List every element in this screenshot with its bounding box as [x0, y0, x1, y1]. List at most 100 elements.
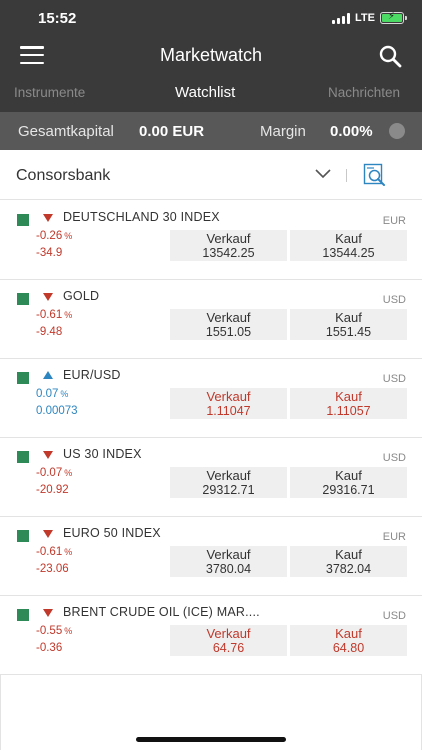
divider [0, 674, 1, 750]
instrument-currency: EUR [382, 531, 406, 543]
buy-label: Kauf [335, 626, 362, 641]
capital-bar: Gesamtkapital 0.00 EUR Margin 0.00% [0, 112, 422, 150]
change-absolute: -0.36 [36, 642, 63, 654]
buy-label: Kauf [335, 310, 362, 325]
square-icon[interactable] [17, 214, 29, 226]
instrument-currency: USD [382, 294, 406, 306]
square-icon[interactable] [17, 530, 29, 542]
sell-button[interactable]: Verkauf 13542.25 [170, 230, 287, 261]
sell-price: 1551.05 [205, 325, 252, 339]
sell-button[interactable]: Verkauf 3780.04 [170, 546, 287, 577]
sell-button[interactable]: Verkauf 64.76 [170, 625, 287, 656]
margin-value: 0.00% [330, 123, 373, 140]
sell-price: 13542.25 [202, 246, 255, 260]
change-percent: -0.26% [36, 230, 73, 242]
search-icon[interactable] [378, 44, 402, 68]
triangle-down-icon [43, 293, 53, 301]
change-percent: -0.61% [36, 546, 73, 558]
tab-bar: Instrumente Watchlist Nachrichten [0, 82, 422, 110]
change-absolute: -20.92 [36, 484, 69, 496]
buy-button[interactable]: Kauf 1551.45 [290, 309, 407, 340]
instrument-row[interactable]: DEUTSCHLAND 30 INDEX EUR -0.26% -34.9 Ve… [0, 201, 422, 280]
instrument-row[interactable]: BRENT CRUDE OIL (ICE) MAR.... USD -0.55%… [0, 596, 422, 675]
buy-button[interactable]: Kauf 64.80 [290, 625, 407, 656]
status-time: 15:52 [38, 10, 77, 27]
cellular-signal-icon [332, 12, 351, 24]
home-indicator[interactable] [136, 737, 286, 742]
instrument-currency: EUR [382, 215, 406, 227]
instrument-name: DEUTSCHLAND 30 INDEX [63, 210, 220, 224]
change-percent: -0.61% [36, 309, 73, 321]
instrument-row[interactable]: EURO 50 INDEX EUR -0.61% -23.06 Verkauf … [0, 517, 422, 596]
buy-label: Kauf [335, 547, 362, 562]
status-indicators: LTE ⚡ [332, 11, 407, 24]
chevron-down-icon[interactable] [315, 169, 331, 179]
page-title: Marketwatch [159, 45, 263, 65]
instrument-currency: USD [382, 610, 406, 622]
total-capital-value: 0.00 EUR [139, 123, 205, 140]
document-search-icon[interactable] [362, 163, 386, 187]
tab-watchlist[interactable]: Watchlist [175, 84, 235, 101]
instrument-name: EUR/USD [63, 368, 121, 382]
instrument-row[interactable]: EUR/USD USD 0.07% 0.00073 Verkauf 1.1104… [0, 359, 422, 438]
square-icon[interactable] [17, 293, 29, 305]
status-bar: 15:52 LTE ⚡ [0, 0, 422, 36]
tab-instrumente[interactable]: Instrumente [14, 85, 85, 100]
buy-label: Kauf [335, 231, 362, 246]
triangle-down-icon [43, 451, 53, 459]
network-label: LTE [355, 12, 375, 24]
triangle-down-icon [43, 214, 53, 222]
buy-price: 13544.25 [322, 246, 375, 260]
instrument-name: US 30 INDEX [63, 447, 142, 461]
buy-button[interactable]: Kauf 13544.25 [290, 230, 407, 261]
sell-label: Verkauf [206, 310, 251, 325]
change-absolute: -9.48 [36, 326, 63, 338]
change-absolute: 0.00073 [36, 405, 78, 417]
change-percent: 0.07% [36, 388, 69, 400]
instrument-row[interactable]: US 30 INDEX USD -0.07% -20.92 Verkauf 29… [0, 438, 422, 517]
change-absolute: -34.9 [36, 247, 63, 259]
buy-button[interactable]: Kauf 29316.71 [290, 467, 407, 498]
instrument-name: GOLD [63, 289, 100, 303]
buy-price: 1.11057 [326, 404, 371, 418]
buy-price: 29316.71 [322, 483, 375, 497]
app-header: 15:52 LTE ⚡ Marketwatch Instrumente Watc… [0, 0, 422, 112]
margin-label: Margin [260, 123, 306, 140]
sell-label: Verkauf [206, 547, 251, 562]
sell-button[interactable]: Verkauf 1.11047 [170, 388, 287, 419]
sell-button[interactable]: Verkauf 29312.71 [170, 467, 287, 498]
square-icon[interactable] [17, 451, 29, 463]
triangle-down-icon [43, 530, 53, 538]
change-percent: -0.07% [36, 467, 73, 479]
sell-label: Verkauf [206, 626, 251, 641]
sell-price: 29312.71 [202, 483, 255, 497]
divider [346, 169, 347, 182]
buy-button[interactable]: Kauf 1.11057 [290, 388, 407, 419]
buy-button[interactable]: Kauf 3782.04 [290, 546, 407, 577]
broker-name: Consorsbank [16, 167, 111, 184]
margin-indicator-dot [389, 123, 405, 139]
change-percent: -0.55% [36, 625, 73, 637]
instrument-name: BRENT CRUDE OIL (ICE) MAR.... [63, 605, 260, 619]
broker-selector[interactable]: Consorsbank [0, 150, 422, 200]
sell-price: 3780.04 [205, 562, 252, 576]
sell-label: Verkauf [206, 389, 251, 404]
square-icon[interactable] [17, 372, 29, 384]
buy-price: 3782.04 [325, 562, 372, 576]
sell-label: Verkauf [206, 231, 251, 246]
buy-label: Kauf [335, 468, 362, 483]
total-capital-label: Gesamtkapital [18, 123, 114, 140]
buy-price: 64.80 [332, 641, 365, 655]
buy-label: Kauf [335, 389, 362, 404]
instrument-name: EURO 50 INDEX [63, 526, 161, 540]
tab-nachrichten[interactable]: Nachrichten [328, 85, 400, 100]
battery-icon: ⚡ [380, 11, 407, 24]
sell-button[interactable]: Verkauf 1551.05 [170, 309, 287, 340]
instrument-currency: USD [382, 373, 406, 385]
instrument-currency: USD [382, 452, 406, 464]
instrument-row[interactable]: GOLD USD -0.61% -9.48 Verkauf 1551.05 Ka… [0, 280, 422, 359]
buy-price: 1551.45 [325, 325, 372, 339]
triangle-down-icon [43, 609, 53, 617]
square-icon[interactable] [17, 609, 29, 621]
sell-price: 1.11047 [206, 404, 251, 418]
